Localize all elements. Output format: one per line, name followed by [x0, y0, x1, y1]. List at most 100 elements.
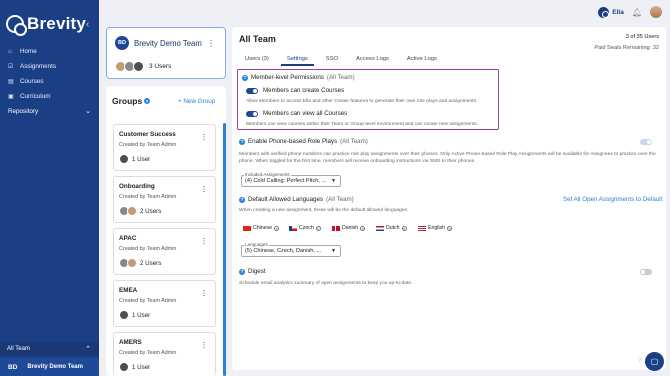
- select-label: Languages: [244, 242, 269, 247]
- user-name: Ella: [612, 8, 624, 16]
- team-badge: BD: [8, 363, 18, 371]
- bell-icon[interactable]: 🔔︎: [632, 8, 642, 17]
- avatar[interactable]: [650, 6, 662, 18]
- chip-label: Dutch: [386, 225, 400, 231]
- brevity-logo[interactable]: Brevity: [6, 14, 86, 36]
- netherlands-flag-icon: [376, 225, 384, 231]
- chat-icon[interactable]: ▢: [645, 352, 664, 371]
- collapse-sidebar-icon[interactable]: ‹: [86, 19, 89, 30]
- users-count: 2 Users: [140, 207, 162, 215]
- team-switch-label: All Team: [7, 346, 30, 352]
- section-title: Digest: [248, 268, 266, 275]
- help-icon[interactable]: ?: [239, 268, 245, 275]
- group-card[interactable]: APAC Created by Team Admin 2 Users ⋯: [113, 228, 216, 275]
- remove-icon[interactable]: ×: [360, 225, 366, 231]
- chevron-up-icon: ⌃: [85, 346, 91, 353]
- tab-settings[interactable]: Settings: [280, 54, 314, 66]
- brevity-logo-icon: [6, 15, 27, 36]
- more-options-icon[interactable]: ⋯: [200, 134, 208, 141]
- users-count: 1 User: [132, 311, 151, 319]
- more-options-icon[interactable]: ⋯: [200, 342, 208, 349]
- help-icon[interactable]: ?: [242, 74, 248, 81]
- nav-item-repository[interactable]: Repository ⌄: [0, 105, 99, 117]
- group-created-by: Created by Team Admin: [119, 298, 177, 304]
- groups-title: Groups: [112, 96, 143, 106]
- remove-icon[interactable]: ×: [447, 225, 453, 231]
- phone-roleplay-description: Members with verified phone numbers can …: [239, 152, 656, 164]
- group-created-by: Created by Team Admin: [119, 194, 177, 200]
- china-flag-icon: [243, 225, 251, 231]
- tab-active-logs[interactable]: Active Logs: [401, 54, 443, 66]
- avatar: [119, 154, 129, 164]
- help-icon[interactable]: ?: [144, 98, 150, 104]
- view-courses-toggle[interactable]: [246, 110, 258, 117]
- group-card[interactable]: AMERS Created by Team Admin 1 User ⋯: [113, 332, 216, 376]
- more-options-icon[interactable]: ⋯: [207, 40, 216, 48]
- group-created-by: Created by Team Admin: [119, 142, 177, 148]
- nav-label: Courses: [20, 78, 44, 85]
- group-users: 1 User: [119, 310, 150, 320]
- group-users: 2 Users: [119, 258, 161, 268]
- section-title: Enable Phone-based Role Plays: [248, 138, 338, 145]
- team-users: 3 Users: [115, 61, 171, 72]
- chip-label: Chinese: [253, 225, 273, 231]
- scrollbar-thumb[interactable]: [223, 123, 226, 376]
- nav-label: Curriculum: [20, 93, 51, 100]
- language-chip[interactable]: Danish ×: [332, 225, 366, 231]
- tab-sso[interactable]: SSO: [320, 54, 344, 66]
- group-created-by: Created by Team Admin: [119, 246, 177, 252]
- ella-icon: [598, 6, 610, 18]
- group-created-by: Created by Team Admin: [119, 350, 177, 356]
- team-switcher[interactable]: All Team ⌃: [0, 342, 99, 356]
- nav-item-courses[interactable]: ▤ Courses: [0, 74, 99, 89]
- help-icon[interactable]: ?: [239, 138, 245, 145]
- more-options-icon[interactable]: ⋯: [200, 290, 208, 297]
- current-team[interactable]: BD Brevity Demo Team: [0, 358, 99, 376]
- language-chip[interactable]: Czech ×: [289, 225, 321, 231]
- digest-toggle[interactable]: [640, 269, 652, 275]
- language-chip[interactable]: Dutch ×: [376, 225, 407, 231]
- section-scope: (All Team): [340, 138, 368, 145]
- remove-icon[interactable]: ×: [315, 225, 321, 231]
- toggle-description: Allow Members to access Ella and other C…: [246, 99, 478, 104]
- section-title: Member-level Permissions: [251, 74, 324, 81]
- chip-label: Czech: [299, 225, 314, 231]
- toggle-description: Members can view courses within their Te…: [246, 122, 479, 127]
- team-header: BD Brevity Demo Team: [115, 36, 202, 50]
- create-courses-toggle[interactable]: [246, 87, 258, 94]
- team-card[interactable]: BD Brevity Demo Team ⋯ 3 Users: [106, 27, 226, 79]
- group-card[interactable]: Customer Success Created by Team Admin 1…: [113, 124, 216, 171]
- help-icon[interactable]: ?: [239, 196, 245, 203]
- team-name: Brevity Demo Team: [27, 364, 83, 370]
- language-chip[interactable]: English ×: [418, 225, 453, 231]
- more-options-icon[interactable]: ⋯: [200, 238, 208, 245]
- assignments-icon: ☑: [8, 64, 14, 70]
- new-group-button[interactable]: + New Group: [178, 98, 215, 105]
- group-name: APAC: [119, 235, 137, 242]
- remove-icon[interactable]: ×: [401, 225, 407, 231]
- drag-handle-icon[interactable]: ⁙: [638, 357, 643, 364]
- czech-flag-icon: [289, 225, 297, 231]
- nav-item-assignments[interactable]: ☑ Assignments: [0, 59, 99, 74]
- language-chip[interactable]: Chinese ×: [243, 225, 280, 231]
- users-count: 1 User: [132, 363, 151, 371]
- denmark-flag-icon: [332, 225, 340, 231]
- remove-icon[interactable]: ×: [274, 225, 280, 231]
- nav-item-curriculum[interactable]: ▣ Curriculum: [0, 89, 99, 104]
- paid-seats-remaining: Paid Seats Remaining: 32: [594, 45, 659, 51]
- tab-users[interactable]: Users (3): [239, 54, 275, 66]
- tab-access-logs[interactable]: Access Logs: [350, 54, 395, 66]
- group-card[interactable]: EMEA Created by Team Admin 1 User ⋯: [113, 280, 216, 327]
- digest-heading: ? Digest: [239, 268, 266, 275]
- chip-label: English: [428, 225, 446, 231]
- more-options-icon[interactable]: ⋯: [200, 186, 208, 193]
- set-default-languages-link[interactable]: Set All Open Assignments to Default: [563, 196, 662, 203]
- tabs: Users (3) Settings SSO Access Logs Activ…: [239, 54, 449, 66]
- phone-roleplay-toggle[interactable]: [640, 139, 652, 145]
- chip-label: Danish: [342, 225, 359, 231]
- ella-button[interactable]: Ella: [598, 6, 624, 18]
- scrollbar[interactable]: [223, 123, 226, 376]
- view-courses-row: Members can view all Courses: [246, 110, 347, 117]
- group-card[interactable]: Onboarding Created by Team Admin 2 Users…: [113, 176, 216, 223]
- nav-item-home[interactable]: ⌂ Home: [0, 44, 99, 59]
